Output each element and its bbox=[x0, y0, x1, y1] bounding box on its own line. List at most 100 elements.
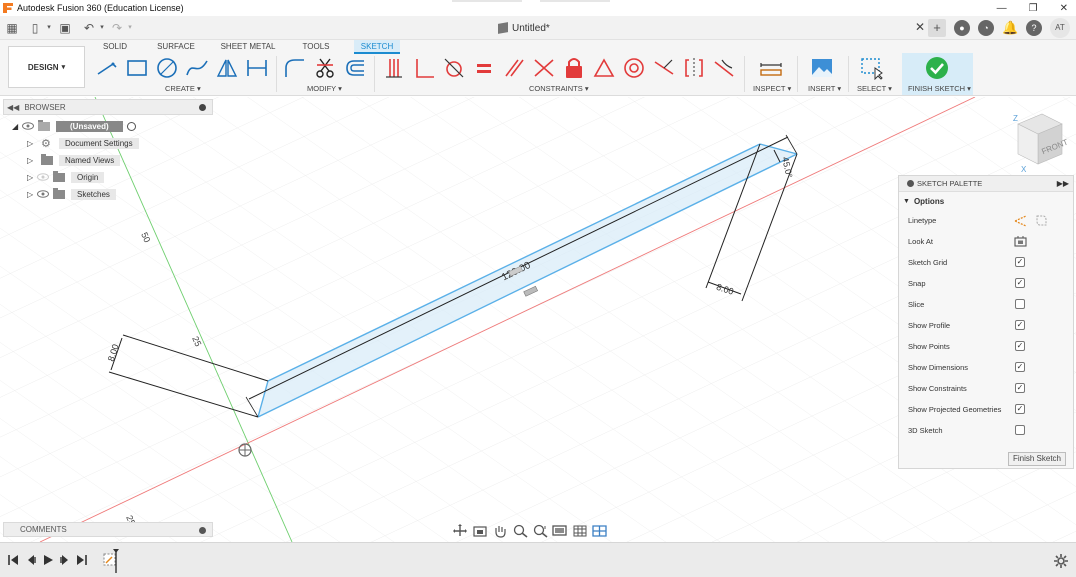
palette-row-show-constraints[interactable]: Show Constraints ✓ bbox=[899, 378, 1073, 399]
centerline-linetype-icon[interactable] bbox=[1035, 214, 1048, 227]
offset-tool-icon[interactable] bbox=[343, 56, 367, 80]
file-icon[interactable]: ▯ bbox=[28, 21, 42, 35]
look-at-icon[interactable] bbox=[1014, 235, 1027, 248]
expand-icon[interactable]: ▷ bbox=[27, 156, 37, 165]
perpendicular-constraint-icon[interactable] bbox=[412, 56, 436, 80]
viewcube[interactable]: FRONT Z X bbox=[1004, 110, 1068, 176]
finish-sketch-button[interactable]: FINISH SKETCH ▾ bbox=[902, 53, 973, 95]
palette-row-look-at[interactable]: Look At bbox=[899, 231, 1073, 252]
eye-hidden-icon[interactable] bbox=[37, 173, 49, 181]
midpoint-constraint-icon[interactable] bbox=[592, 56, 616, 80]
3d-sketch-checkbox[interactable] bbox=[1015, 425, 1025, 435]
expand-icon[interactable]: ◢ bbox=[12, 122, 22, 131]
panel-pin-icon[interactable] bbox=[199, 104, 206, 111]
document-tab[interactable]: Untitled* bbox=[498, 20, 550, 36]
fix-constraint-icon[interactable] bbox=[562, 56, 586, 80]
circle-tool-icon[interactable] bbox=[155, 56, 179, 80]
expand-icon[interactable]: ▷ bbox=[27, 190, 37, 199]
maximize-icon[interactable]: ❐ bbox=[1029, 3, 1038, 14]
show-profile-checkbox[interactable]: ✓ bbox=[1015, 320, 1025, 330]
palette-pin-icon[interactable] bbox=[907, 180, 914, 187]
extensions-icon[interactable]: ● bbox=[954, 20, 970, 36]
redo-icon[interactable]: ↷ bbox=[110, 21, 124, 35]
tab-solid[interactable]: SOLID bbox=[98, 40, 132, 54]
fillet-tool-icon[interactable] bbox=[283, 56, 307, 80]
perpendicular-cross-icon[interactable] bbox=[532, 56, 556, 80]
curvature-constraint-icon[interactable] bbox=[712, 56, 736, 80]
construction-linetype-icon[interactable] bbox=[1014, 214, 1027, 227]
activate-radio-icon[interactable] bbox=[126, 121, 136, 131]
timeline-sketch-feature-icon[interactable] bbox=[101, 549, 123, 573]
browser-root[interactable]: ◢ (Unsaved) bbox=[12, 119, 136, 133]
sketch-grid-checkbox[interactable]: ✓ bbox=[1015, 257, 1025, 267]
concentric-constraint-icon[interactable] bbox=[622, 56, 646, 80]
step-forward-icon[interactable] bbox=[59, 554, 71, 566]
orbit-icon[interactable] bbox=[452, 524, 468, 538]
notifications-icon[interactable]: 🔔 bbox=[1002, 20, 1018, 36]
tab-sketch[interactable]: SKETCH bbox=[354, 40, 400, 54]
go-to-end-icon[interactable] bbox=[76, 554, 88, 566]
browser-item-named-views[interactable]: ▷ Named Views bbox=[27, 153, 121, 167]
expand-icon[interactable]: ▷ bbox=[27, 173, 37, 182]
collinear-constraint-icon[interactable] bbox=[652, 56, 676, 80]
browser-item-origin[interactable]: ▷ Origin bbox=[27, 170, 105, 184]
options-section-header[interactable]: ▼ Options bbox=[899, 192, 1073, 210]
look-at-icon[interactable] bbox=[472, 524, 488, 538]
expand-icon[interactable]: ▷ bbox=[27, 139, 37, 148]
palette-row-show-profile[interactable]: Show Profile ✓ bbox=[899, 315, 1073, 336]
tab-surface[interactable]: SURFACE bbox=[154, 40, 198, 54]
new-tab-icon[interactable]: + bbox=[928, 19, 946, 37]
palette-row-show-points[interactable]: Show Points ✓ bbox=[899, 336, 1073, 357]
eye-icon[interactable] bbox=[22, 122, 34, 130]
dimension-tool-icon[interactable] bbox=[245, 56, 269, 80]
tangent-constraint-icon[interactable] bbox=[442, 56, 466, 80]
tab-sheet-metal[interactable]: SHEET METAL bbox=[220, 40, 276, 54]
mirror-tool-icon[interactable] bbox=[215, 56, 239, 80]
jobs-icon[interactable]: ◔ bbox=[978, 20, 994, 36]
palette-row-3d-sketch[interactable]: 3D Sketch bbox=[899, 420, 1073, 441]
zoom-icon[interactable] bbox=[532, 524, 548, 538]
palette-row-sketch-grid[interactable]: Sketch Grid ✓ bbox=[899, 252, 1073, 273]
trim-tool-icon[interactable] bbox=[313, 56, 337, 80]
sketch-palette-header[interactable]: SKETCH PALETTE ▶▶ bbox=[899, 176, 1073, 192]
viewports-icon[interactable] bbox=[592, 524, 608, 538]
inspect-menu[interactable]: INSPECT ▾ bbox=[753, 84, 791, 93]
step-back-icon[interactable] bbox=[25, 554, 37, 566]
show-constraints-checkbox[interactable]: ✓ bbox=[1015, 383, 1025, 393]
slice-checkbox[interactable] bbox=[1015, 299, 1025, 309]
insert-menu[interactable]: INSERT ▾ bbox=[808, 84, 841, 93]
snap-checkbox[interactable]: ✓ bbox=[1015, 278, 1025, 288]
expand-palette-icon[interactable]: ▶▶ bbox=[1057, 179, 1069, 188]
palette-row-slice[interactable]: Slice bbox=[899, 294, 1073, 315]
select-tool-icon[interactable] bbox=[860, 56, 884, 81]
avatar[interactable]: AT bbox=[1050, 18, 1070, 38]
display-settings-icon[interactable] bbox=[552, 524, 568, 538]
insert-image-icon[interactable] bbox=[810, 56, 834, 80]
show-points-checkbox[interactable]: ✓ bbox=[1015, 341, 1025, 351]
create-menu[interactable]: CREATE ▾ bbox=[165, 84, 201, 93]
browser-item-sketches[interactable]: ▷ Sketches bbox=[27, 187, 116, 201]
palette-row-show-dimensions[interactable]: Show Dimensions ✓ bbox=[899, 357, 1073, 378]
browser-panel-header[interactable]: ◀◀ BROWSER bbox=[3, 99, 213, 115]
constraints-menu[interactable]: CONSTRAINTS ▾ bbox=[529, 84, 589, 93]
chevron-down-icon[interactable]: ▾ bbox=[95, 21, 109, 35]
grid-settings-icon[interactable] bbox=[572, 524, 588, 538]
eye-icon[interactable] bbox=[37, 190, 49, 198]
spline-tool-icon[interactable] bbox=[185, 56, 209, 80]
palette-row-snap[interactable]: Snap ✓ bbox=[899, 273, 1073, 294]
workspace-switcher[interactable]: DESIGN ▾ bbox=[8, 46, 85, 88]
timeline-settings-gear-icon[interactable] bbox=[1054, 554, 1068, 568]
line-tool-icon[interactable] bbox=[95, 56, 119, 80]
palette-row-show-projected-geometries[interactable]: Show Projected Geometries ✓ bbox=[899, 399, 1073, 420]
save-icon[interactable]: ▣ bbox=[58, 21, 72, 35]
equal-constraint-icon[interactable] bbox=[472, 56, 496, 80]
select-menu[interactable]: SELECT ▾ bbox=[857, 84, 892, 93]
symmetry-constraint-icon[interactable] bbox=[682, 56, 706, 80]
close-tab-icon[interactable]: ✕ bbox=[915, 20, 925, 34]
finish-sketch-palette-button[interactable]: Finish Sketch bbox=[1008, 452, 1066, 466]
help-icon[interactable]: ? bbox=[1026, 20, 1042, 36]
show-dimensions-checkbox[interactable]: ✓ bbox=[1015, 362, 1025, 372]
go-to-start-icon[interactable] bbox=[7, 554, 19, 566]
modify-menu[interactable]: MODIFY ▾ bbox=[307, 84, 342, 93]
palette-row-linetype[interactable]: Linetype bbox=[899, 210, 1073, 231]
